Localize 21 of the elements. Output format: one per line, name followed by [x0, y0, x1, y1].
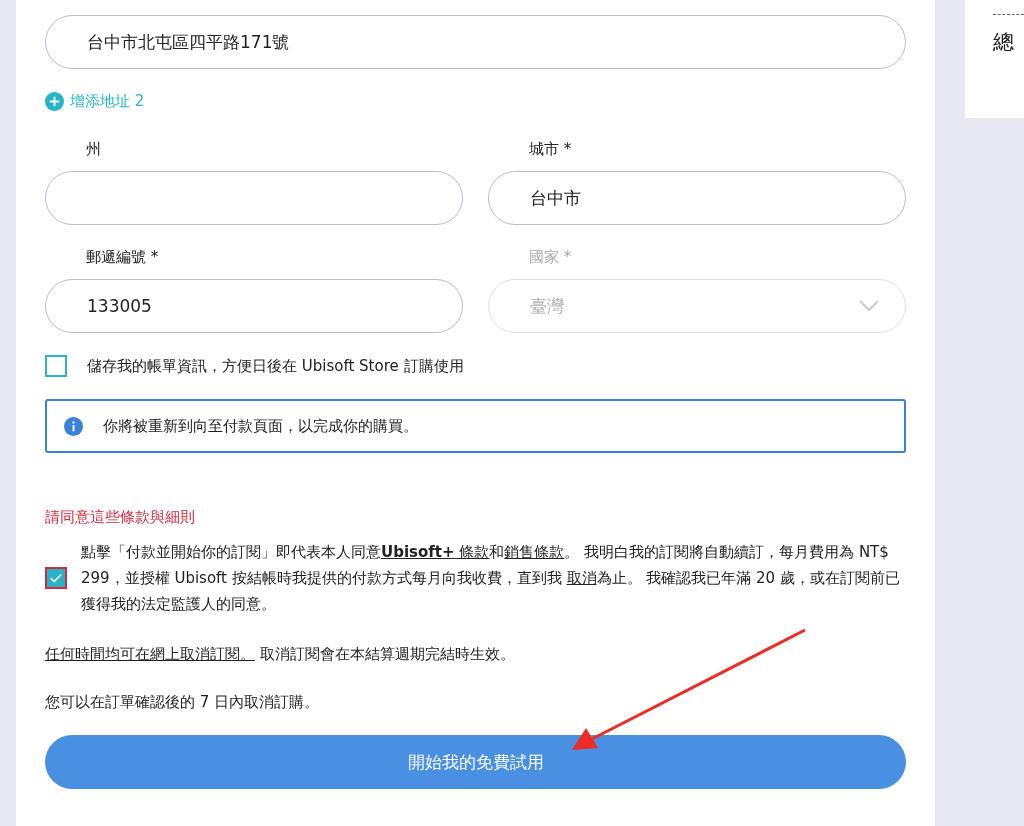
field-label: 城市 *	[528, 139, 572, 159]
checkbox[interactable]	[45, 567, 67, 589]
info-icon	[64, 416, 83, 436]
terms-heading: 請同意這些條款與細則	[45, 507, 195, 527]
terms-link[interactable]: Ubisoft+ 條款	[381, 543, 490, 561]
cancel-link[interactable]: 任何時間均可在網上取消訂閱。	[45, 645, 255, 663]
chevron-down-icon	[859, 300, 879, 312]
refund-note: 您可以在訂單確認後的 7 日內取消訂購。	[45, 692, 320, 713]
terms-link[interactable]: 銷售條款	[504, 543, 565, 561]
total-label: 總	[993, 29, 1014, 56]
cancel-note: 任何時間均可在網上取消訂閱。 取消訂閱會在本結算週期完結時生效。	[45, 644, 515, 665]
info-text: 你將被重新到向至付款頁面，以完成你的購買。	[103, 416, 418, 436]
field-label: 郵遞編號 *	[85, 247, 159, 267]
field-label: 州	[85, 139, 101, 159]
terms-link[interactable]: 取消	[566, 569, 597, 587]
checkbox-label: 儲存我的帳單資訊，方便日後在 Ubisoft Store 訂購使用	[87, 356, 464, 376]
field-label: 國家 *	[528, 247, 572, 267]
plus-icon	[45, 91, 64, 111]
terms-paragraph: 點擊「付款並開始你的訂閱」即代表本人同意Ubisoft+ 條款和銷售條款。 我明白我的訂閱將自動續訂，每月費用為 NT$ 299，並授權 Ubisoft 按結帳時我提供的付款方式每月向我收費，直到我 取消為止。 我確認我已年滿 20 歲，或在訂閱前已獲得我的法定監護人的同意。	[81, 542, 901, 615]
check-icon	[49, 571, 63, 585]
checkbox[interactable]	[45, 355, 67, 377]
